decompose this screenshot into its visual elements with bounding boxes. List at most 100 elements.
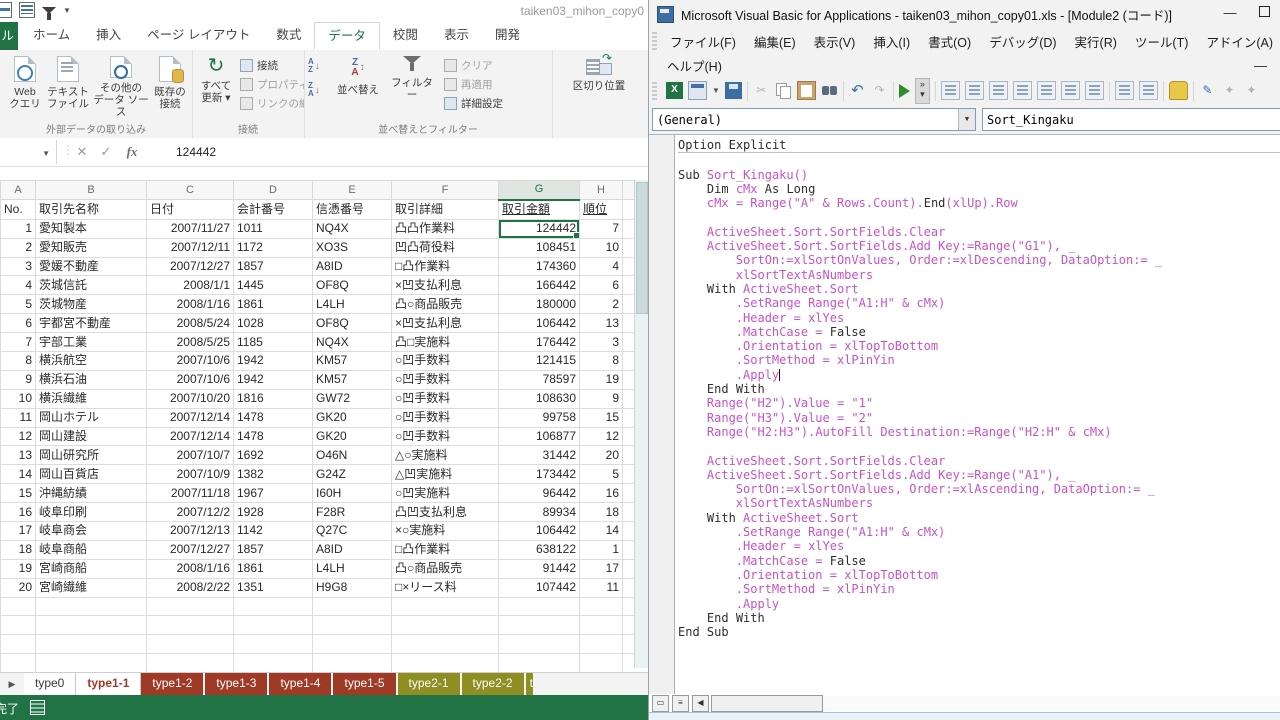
header-cell[interactable]: 日付 [147,200,234,219]
run-form-button[interactable]: ✦ [1221,82,1238,99]
cell[interactable]: XO3S [313,238,392,257]
cell[interactable]: 1172 [234,238,313,257]
cell[interactable] [392,616,499,635]
vertical-scrollbar[interactable] [634,180,648,668]
sheet-tab-type1-4[interactable]: type1-4 [269,673,333,696]
cell[interactable]: A8ID [313,540,392,559]
column-header[interactable]: D [234,181,313,200]
cell[interactable]: 17 [580,559,623,578]
indent-button[interactable] [1115,81,1134,100]
cell[interactable] [392,635,499,654]
sheet-tab-type1-1[interactable]: type1-1 [76,673,141,696]
code-pane[interactable]: Option ExplicitSub Sort_Kingaku() Dim cM… [649,134,1280,694]
code-line[interactable]: End With [678,382,1280,396]
cell[interactable] [313,635,392,654]
cell[interactable]: 106877 [499,427,580,446]
cell[interactable] [36,635,147,654]
cell[interactable]: 19 [1,559,36,578]
cell[interactable] [234,654,313,673]
code-line[interactable]: .Header = xlYes [678,539,1280,553]
cell[interactable]: 2 [1,238,36,257]
view-excel-button[interactable]: X [666,82,683,99]
code-line[interactable]: Sub Sort_Kingaku() [678,168,1280,182]
cell[interactable]: KM57 [313,352,392,371]
menu-addins[interactable]: アドイン(A) [1197,32,1280,51]
cell[interactable]: 宮崎商船 [36,559,147,578]
cell[interactable]: 2 [580,295,623,314]
code-line[interactable]: .SortMethod = xlPinYin [678,353,1280,367]
toolbar-drag-handle[interactable] [652,82,657,100]
header-cell[interactable]: 会計番号 [234,200,313,219]
cell[interactable]: 2007/10/9 [147,465,234,484]
reapply-button[interactable]: 再適用 [444,76,503,92]
header-cell[interactable]: 順位 [580,200,623,219]
sheet-nav-next-icon[interactable]: ▶ [0,673,24,696]
redo-button[interactable]: ↷ [871,82,888,99]
sort-descending-button[interactable]: ZA↓ [308,82,320,98]
cell[interactable]: 89934 [499,503,580,522]
cell[interactable]: 2008/2/22 [147,578,234,597]
cell[interactable]: 岐阜印刷 [36,503,147,522]
cell[interactable]: 2007/10/6 [147,352,234,371]
cell[interactable] [499,597,580,616]
cell[interactable]: 凹凸荷役料 [392,238,499,257]
insert-object-button[interactable] [688,81,707,100]
cell[interactable]: I60H [313,484,392,503]
cell[interactable] [313,654,392,673]
cell[interactable]: OF8Q [313,276,392,295]
cell[interactable]: 17 [1,522,36,541]
ribbon-tab[interactable]: 挿入 [83,22,134,50]
cell[interactable] [499,635,580,654]
cell[interactable]: NQ4X [313,333,392,352]
cell[interactable]: 12 [580,427,623,446]
code-line[interactable]: Range("H2:H3").AutoFill Destination:=Ran… [678,425,1280,439]
web-query-button[interactable]: Webクエリ [6,54,44,118]
refresh-all-button[interactable]: ↻ すべて 更新 ▾ [194,54,238,118]
cell[interactable]: 宇都宮不動産 [36,314,147,333]
copy-button[interactable] [775,82,792,99]
cell[interactable]: 13 [580,314,623,333]
code-line[interactable]: SortOn:=xlSortOnValues, Order:=xlAscendi… [678,482,1280,496]
cell[interactable]: 6 [580,276,623,295]
enter-button[interactable]: ✓ [96,141,116,163]
cell[interactable]: 12 [1,427,36,446]
cell[interactable] [234,616,313,635]
cell[interactable]: 岡山建設 [36,427,147,446]
cell[interactable]: 2007/10/20 [147,389,234,408]
cell[interactable]: 岡山研究所 [36,446,147,465]
cell[interactable]: 2008/1/16 [147,559,234,578]
cell[interactable]: 岐阜商会 [36,522,147,541]
cell[interactable]: △○実施料 [392,446,499,465]
cell[interactable]: 7 [1,333,36,352]
comment-block-button[interactable] [1085,81,1104,100]
list-constants-button[interactable] [989,81,1008,100]
cell[interactable] [392,654,499,673]
cell[interactable]: 8 [1,352,36,371]
cell[interactable]: 10 [1,389,36,408]
column-header[interactable]: B [36,181,147,200]
qat-customize-chevron-icon[interactable]: ▼ [63,6,71,15]
cell[interactable]: 19 [580,370,623,389]
ribbon-tab[interactable]: データ [314,22,380,50]
save-button[interactable] [725,82,742,99]
code-line[interactable] [678,152,1280,167]
cell[interactable]: 凸凹支払利息 [392,503,499,522]
cell[interactable]: ○凹手数料 [392,408,499,427]
cell[interactable] [313,597,392,616]
cell[interactable] [36,616,147,635]
cell[interactable]: A8ID [313,257,392,276]
menu-debug[interactable]: デバッグ(D) [980,32,1065,51]
cell[interactable]: 31442 [499,446,580,465]
column-header[interactable]: H [580,181,623,200]
vba-horizontal-scrollbar[interactable]: ▭ ≡ ◀ [649,694,1280,713]
list-properties-button[interactable] [965,81,984,100]
cell[interactable]: 1967 [234,484,313,503]
cell[interactable]: 4 [580,257,623,276]
cell[interactable]: ○凹手数料 [392,370,499,389]
cell[interactable]: 18 [1,540,36,559]
vertical-scrollbar-thumb[interactable] [636,182,648,314]
cell[interactable]: 91442 [499,559,580,578]
code-line[interactable]: Option Explicit [678,138,1280,152]
ribbon-tab[interactable]: 開発 [482,22,533,50]
cell[interactable]: F28R [313,503,392,522]
